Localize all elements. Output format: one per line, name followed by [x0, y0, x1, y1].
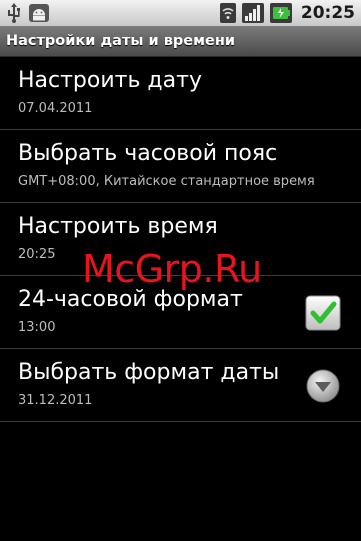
setting-summary: 20:25: [18, 247, 56, 262]
setting-title: Настроить время: [18, 214, 218, 239]
setting-set-time[interactable]: Настроить время 20:25: [0, 203, 361, 276]
status-clock: 20:25: [300, 3, 355, 23]
setting-summary: GMT+08:00, Китайское стандартное время: [18, 174, 315, 189]
setting-date-format[interactable]: Выбрать формат даты 31.12.2011: [0, 349, 361, 422]
setting-title: Настроить дату: [18, 68, 202, 93]
setting-24-hour-format[interactable]: 24-часовой формат 13:00: [0, 276, 361, 349]
setting-set-date[interactable]: Настроить дату 07.04.2011: [0, 57, 361, 130]
status-bar: 20:25: [0, 0, 361, 27]
settings-list: Настроить дату 07.04.2011 Выбрать часово…: [0, 57, 361, 422]
dropdown-arrow-icon[interactable]: [305, 368, 341, 408]
setting-summary: 07.04.2011: [18, 101, 93, 116]
usb-icon: [6, 3, 22, 23]
wifi-icon: [219, 2, 237, 24]
android-debug-icon: [28, 3, 50, 23]
setting-summary: 31.12.2011: [18, 393, 93, 408]
screen-title: Настройки даты и времени: [6, 33, 235, 49]
setting-timezone[interactable]: Выбрать часовой пояс GMT+08:00, Китайско…: [0, 130, 361, 203]
screen-title-bar: Настройки даты и времени: [0, 27, 361, 57]
setting-title: Выбрать формат даты: [18, 360, 280, 385]
setting-title: Выбрать часовой пояс: [18, 141, 278, 166]
setting-summary: 13:00: [18, 320, 56, 335]
signal-icon: [241, 2, 265, 24]
setting-title: 24-часовой формат: [18, 287, 243, 312]
battery-icon: [269, 2, 293, 24]
checkbox-checked-icon[interactable]: [305, 295, 341, 335]
